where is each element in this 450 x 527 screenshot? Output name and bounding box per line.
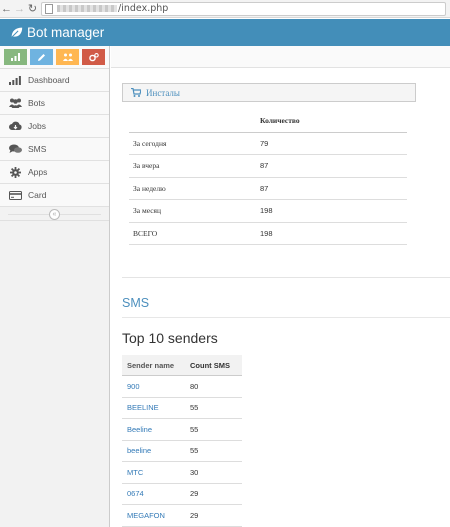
sender-link[interactable]: MEGAFON [122,511,186,520]
sidebar-item-label: Jobs [28,121,46,131]
users-icon [62,53,73,61]
table-row: MEGAFON 29 [122,505,242,527]
sidebar-collapse: « [0,207,109,221]
page-icon [45,3,53,14]
sidebar-item-dashboard[interactable]: Dashboard [0,69,109,92]
table-row: За неделю 87 [129,178,407,200]
collapse-sidebar-button[interactable]: « [49,209,60,220]
shortcut-pencil-button[interactable] [30,49,53,65]
sidebar-item-label: SMS [28,144,47,154]
main-content: Инсталы Количество За сегодня 79 За вчер… [111,46,450,527]
sender-count: 80 [190,381,199,391]
table-row: За сегодня 79 [129,133,407,155]
sender-count: 29 [190,489,199,499]
sms-divider [122,317,450,318]
dashboard-icon [7,74,23,86]
row-value: 87 [260,183,269,193]
row-value: 198 [260,228,273,238]
forward-icon[interactable]: → [13,1,26,17]
comments-icon [7,143,23,155]
table-row: За вчера 87 [129,155,407,178]
back-icon[interactable]: ← [0,1,13,17]
sms-section-title: SMS [122,296,150,310]
row-value: 79 [260,138,269,148]
group-icon [7,97,23,109]
sidebar-nav: Dashboard Bots Jobs SMS Apps Card [0,69,109,207]
cloud-download-icon [7,120,23,132]
header-cell: Count SMS [190,360,230,370]
installs-table: Количество За сегодня 79 За вчера 87 За … [129,110,407,245]
cogs-icon [88,52,99,61]
sidebar-shortcuts [0,46,109,69]
credit-card-icon [7,189,23,201]
row-label: За неделю [133,183,166,193]
row-label: За сегодня [133,138,167,148]
sender-link[interactable]: Beeline [122,425,186,434]
sender-link[interactable]: 900 [122,382,186,391]
sidebar-item-bots[interactable]: Bots [0,92,109,115]
browser-address-bar: ← → ↻ /index.php [0,0,450,18]
sender-link[interactable]: 0674 [122,489,186,498]
row-label: ВСЕГО [133,228,158,238]
pencil-icon [38,53,45,61]
url-text: /index.php [118,3,169,14]
sidebar-item-label: Bots [28,98,46,108]
sender-link[interactable]: BEELINE [122,403,186,412]
reload-icon[interactable]: ↻ [26,1,39,17]
sidebar-item-jobs[interactable]: Jobs [0,115,109,138]
sidebar-item-label: Dashboard [28,75,70,85]
url-field[interactable]: /index.php [41,1,446,16]
sender-link[interactable]: beeline [122,446,186,455]
sender-count: 30 [190,467,199,477]
table-row: ВСЕГО 198 [129,223,407,245]
installs-widget-header: Инсталы [122,83,416,102]
sender-link[interactable]: MTC [122,468,186,477]
table-row: 900 80 [122,376,242,398]
sidebar-item-card[interactable]: Card [0,184,109,207]
sender-count: 55 [190,403,199,413]
header-cell: Sender name [127,360,175,370]
row-value: 198 [260,206,273,216]
section-divider [122,277,450,278]
app-brand[interactable]: Bot manager [27,25,104,40]
app-header: Bot manager [0,19,450,46]
breadcrumb-bar [111,46,450,68]
table-row: Beeline 55 [122,419,242,441]
sidebar-item-label: Apps [28,167,48,177]
shortcut-chart-button[interactable] [4,49,27,65]
cart-icon [131,88,141,97]
table-row: 0674 29 [122,484,242,505]
sidebar-item-apps[interactable]: Apps [0,161,109,184]
blurred-host [57,5,117,12]
sender-count: 55 [190,424,199,434]
header-cell: Количество [260,116,300,126]
table-header-row: Sender name Count SMS [122,355,242,376]
shortcut-cogs-button[interactable] [82,49,105,65]
row-label: За месяц [133,206,162,216]
sidebar-item-label: Card [28,190,47,200]
table-row: beeline 55 [122,441,242,462]
table-row: MTC 30 [122,462,242,484]
row-value: 87 [260,161,269,171]
table-header-row: Количество [129,110,407,133]
sidebar-item-sms[interactable]: SMS [0,138,109,161]
leaf-icon [11,27,23,38]
gear-icon [7,166,23,178]
sender-count: 29 [190,510,199,520]
table-row: За месяц 198 [129,200,407,223]
table-row: BEELINE 55 [122,398,242,419]
top-senders-table: Sender name Count SMS 900 80 BEELINE 55 … [122,355,242,527]
chart-icon [11,53,20,61]
row-label: За вчера [133,161,160,171]
sidebar: Dashboard Bots Jobs SMS Apps Card « [0,46,110,527]
installs-title: Инсталы [146,87,180,98]
top-senders-title: Top 10 senders [122,330,218,346]
sender-count: 55 [190,446,199,456]
shortcut-users-button[interactable] [56,49,79,65]
